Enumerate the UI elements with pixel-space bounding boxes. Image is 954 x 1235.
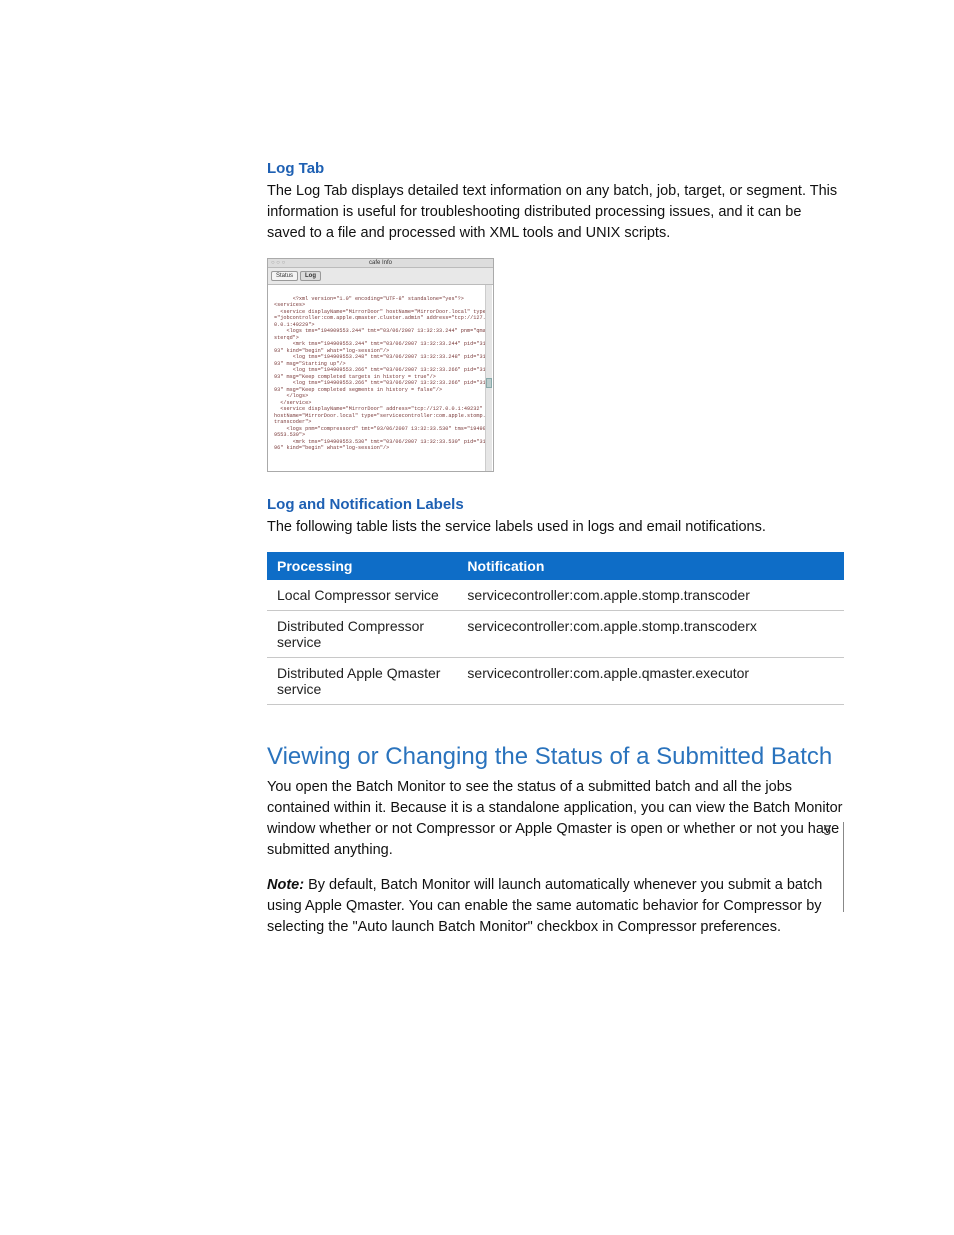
table-cell-processing: Distributed Compressor service xyxy=(267,610,457,657)
paragraph-log-labels: The following table lists the service la… xyxy=(267,517,844,538)
table-header-notification: Notification xyxy=(457,552,844,580)
table-cell-notification: servicecontroller:com.apple.qmaster.exec… xyxy=(457,657,844,704)
table-header-row: Processing Notification xyxy=(267,552,844,580)
labels-table: Processing Notification Local Compressor… xyxy=(267,552,844,705)
table-cell-processing: Distributed Apple Qmaster service xyxy=(267,657,457,704)
heading-log-labels: Log and Notification Labels xyxy=(267,496,844,513)
table-cell-processing: Local Compressor service xyxy=(267,580,457,611)
page-number: 5 xyxy=(823,822,844,912)
window-controls-icon: ○ ○ ○ xyxy=(271,260,285,266)
table-row: Distributed Apple Qmaster service servic… xyxy=(267,657,844,704)
table-header-processing: Processing xyxy=(267,552,457,580)
note-text: By default, Batch Monitor will launch au… xyxy=(267,877,822,935)
scrollbar-thumb xyxy=(486,378,492,388)
paragraph-viewing-status: You open the Batch Monitor to see the st… xyxy=(267,777,844,861)
screenshot-log-tab: ○ ○ ○ cafe Info Status Log <?xml version… xyxy=(267,258,494,472)
table-row: Local Compressor service servicecontroll… xyxy=(267,580,844,611)
document-page: Log Tab The Log Tab displays detailed te… xyxy=(0,0,954,1012)
table-row: Distributed Compressor service serviceco… xyxy=(267,610,844,657)
scrollbar xyxy=(485,285,492,471)
page-number-value: 5 xyxy=(823,822,831,838)
note-label: Note: xyxy=(267,877,304,893)
table-cell-notification: servicecontroller:com.apple.stomp.transc… xyxy=(457,580,844,611)
paragraph-log-tab: The Log Tab displays detailed text infor… xyxy=(267,181,844,244)
paragraph-note: Note: By default, Batch Monitor will lau… xyxy=(267,875,844,938)
screenshot-tabs: Status Log xyxy=(268,268,493,285)
screenshot-tab-status: Status xyxy=(271,271,298,281)
screenshot-log-text: <?xml version="1.0" encoding="UTF-8" sta… xyxy=(274,296,486,452)
screenshot-window-title: cafe Info xyxy=(369,260,392,266)
screenshot-titlebar: ○ ○ ○ cafe Info xyxy=(268,259,493,268)
screenshot-log-body: <?xml version="1.0" encoding="UTF-8" sta… xyxy=(268,285,493,471)
table-cell-notification: servicecontroller:com.apple.stomp.transc… xyxy=(457,610,844,657)
heading-viewing-status: Viewing or Changing the Status of a Subm… xyxy=(267,743,844,771)
screenshot-tab-log: Log xyxy=(300,271,321,281)
heading-log-tab: Log Tab xyxy=(267,160,844,177)
